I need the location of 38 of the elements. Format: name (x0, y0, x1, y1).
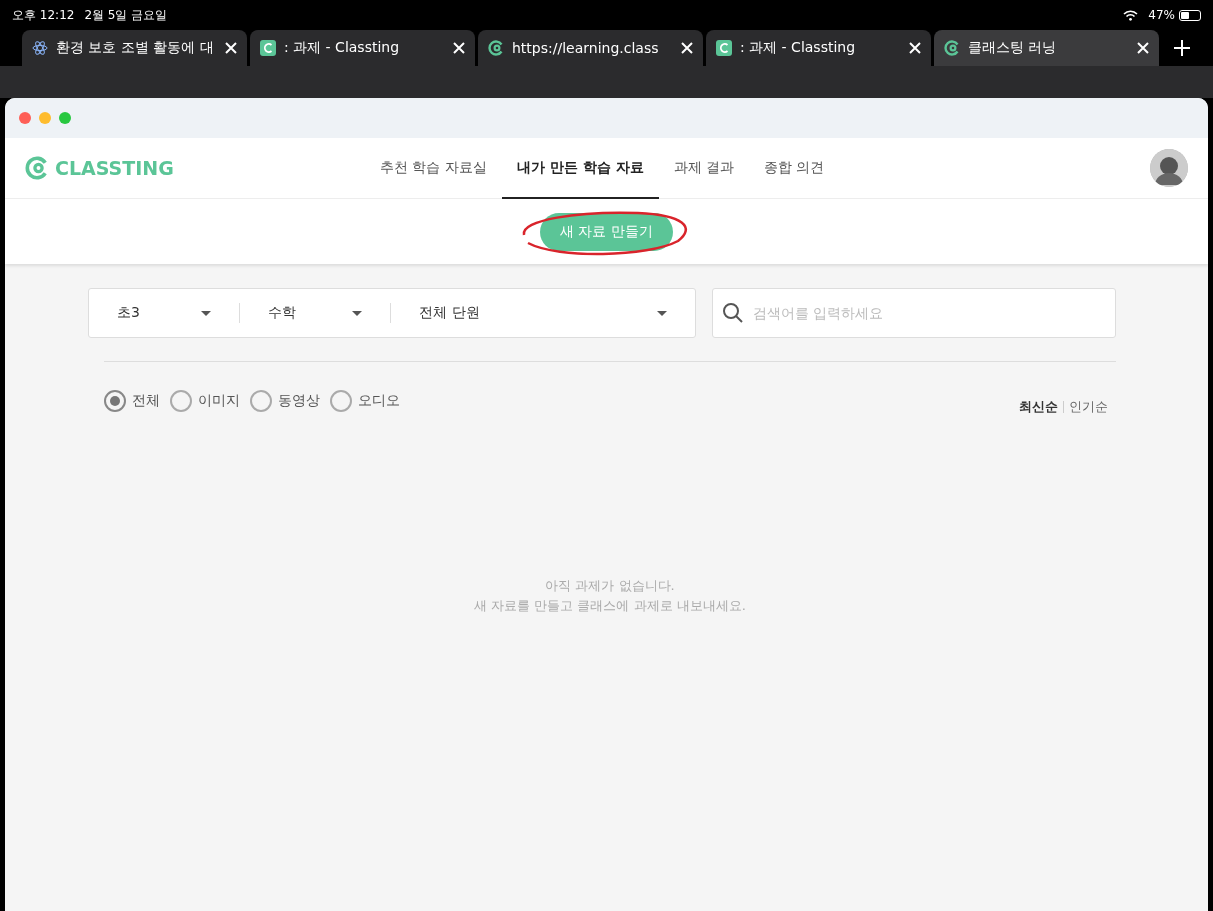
empty-message: 아직 과제가 없습니다. (545, 577, 675, 595)
search-icon (722, 302, 744, 324)
battery-icon (1179, 9, 1201, 21)
browser-tab[interactable]: : 과제 - Classting (706, 30, 931, 66)
nav-tab[interactable]: 추천 학습 자료실 (365, 138, 502, 199)
media-type-radio[interactable]: 이미지 (170, 390, 240, 412)
close-icon[interactable] (1137, 42, 1149, 54)
logo-icon (260, 40, 276, 56)
search-field[interactable]: 검색어를 입력하세요 (712, 288, 1116, 338)
nav-tab[interactable]: 종합 의견 (749, 138, 840, 199)
logo-icon (488, 40, 504, 56)
logo-icon (25, 156, 49, 180)
filter-dropdown[interactable]: 초3 (89, 289, 240, 337)
media-type-radio[interactable]: 오디오 (330, 390, 400, 412)
status-time: 오후 12:12 (12, 6, 75, 24)
browser-tab[interactable]: : 과제 - Classting (250, 30, 475, 66)
wifi-icon (1123, 9, 1139, 21)
logo-icon (716, 40, 732, 56)
battery-percent: 47% (1148, 8, 1175, 22)
status-date: 2월 5일 금요일 (84, 6, 168, 24)
avatar-icon[interactable] (1150, 149, 1188, 187)
browser-tab[interactable]: https://learning.class (478, 30, 703, 66)
sort-link[interactable]: 인기순 (1069, 398, 1108, 416)
browser-tab[interactable]: 클래스팅 러닝 (934, 30, 1159, 66)
close-icon[interactable] (453, 42, 465, 54)
media-type-radio[interactable]: 전체 (104, 390, 160, 412)
logo-icon (944, 40, 960, 56)
filter-dropdown[interactable]: 전체 단원 (391, 289, 695, 337)
browser-tab[interactable]: 환경 보호 조별 활동에 대 (22, 30, 247, 66)
close-icon[interactable] (225, 42, 237, 54)
sort-link[interactable]: 최신순 (1019, 398, 1058, 416)
filter-dropdown[interactable]: 수학 (240, 289, 391, 337)
nav-tab[interactable]: 과제 결과 (658, 138, 749, 199)
close-icon[interactable] (681, 42, 693, 54)
close-icon[interactable] (909, 42, 921, 54)
atom-icon (32, 40, 48, 56)
empty-message: 새 자료를 만들고 클래스에 과제로 내보내세요. (474, 597, 746, 615)
media-type-radio[interactable]: 동영상 (250, 390, 320, 412)
